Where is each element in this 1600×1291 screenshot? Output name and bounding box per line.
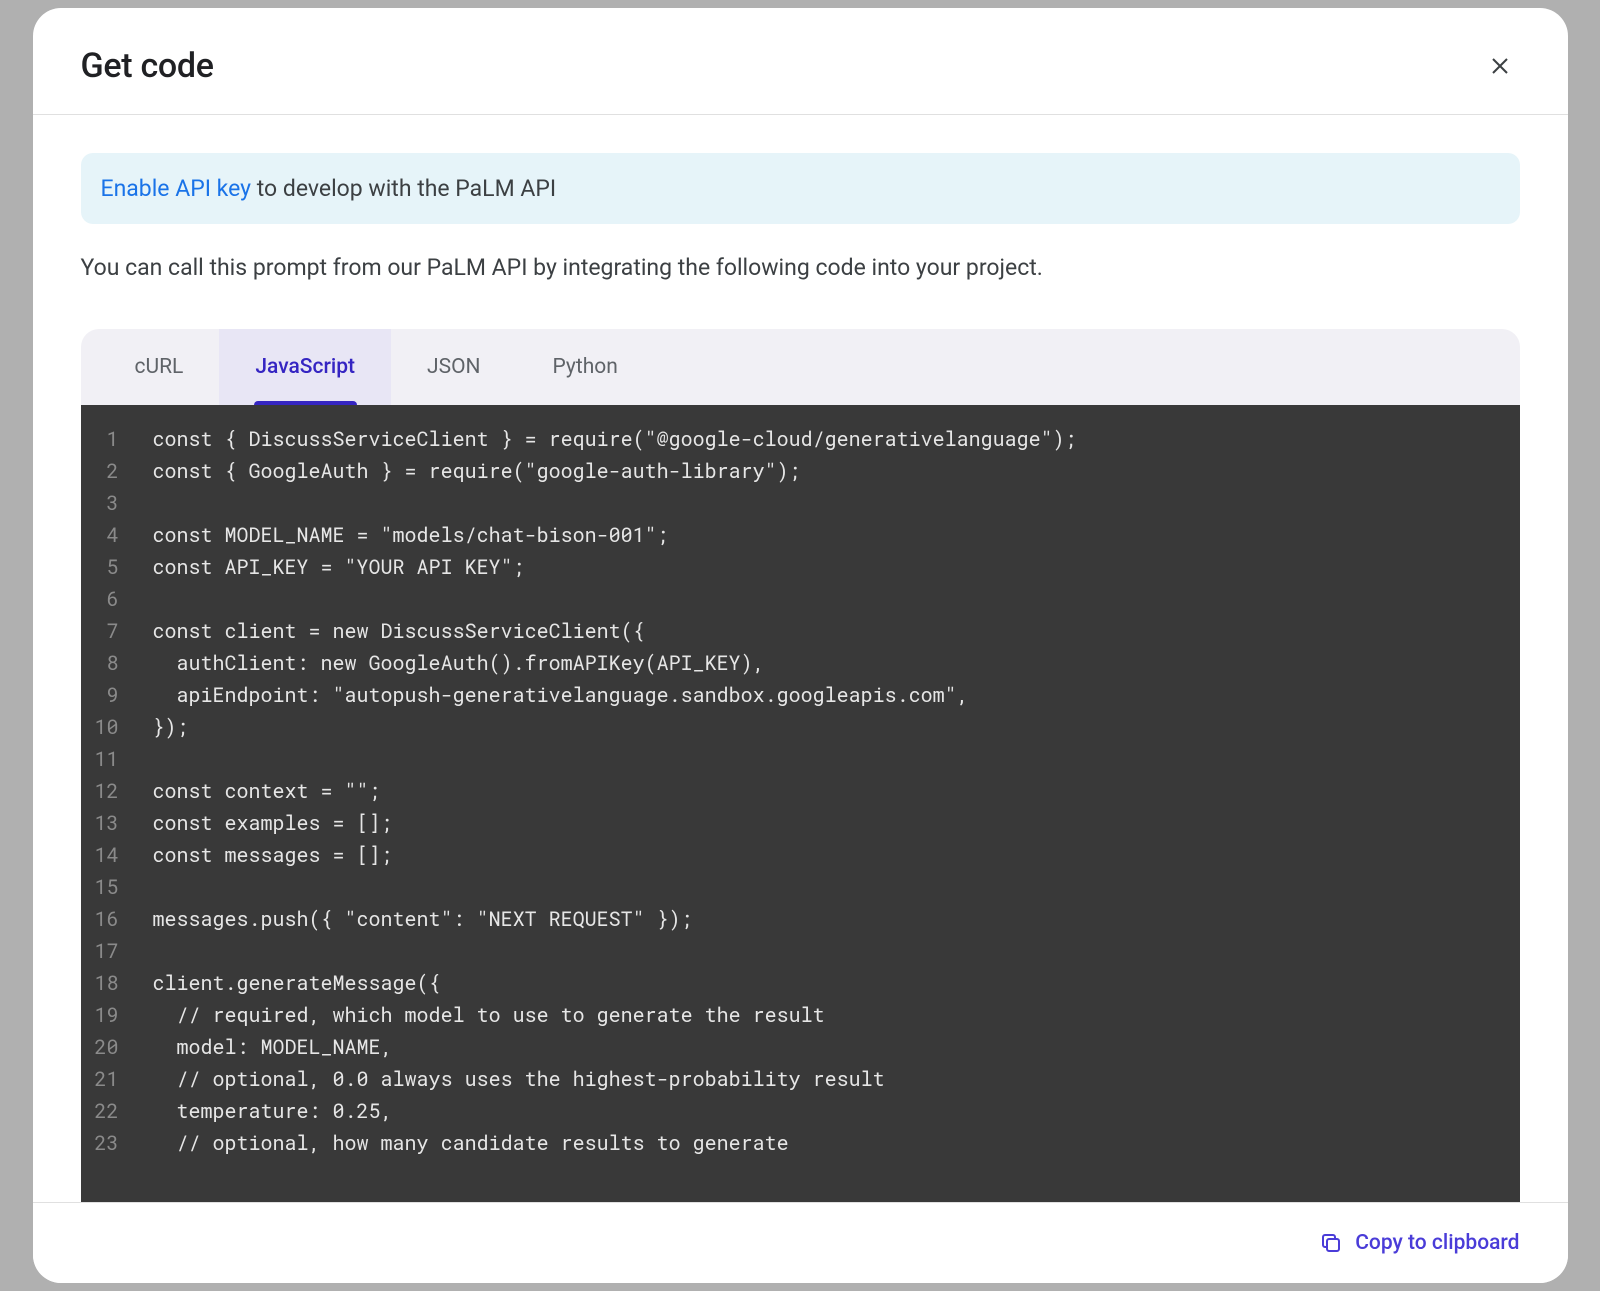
modal-title: Get code [81, 46, 214, 86]
modal-header: Get code [33, 8, 1568, 115]
tab-curl[interactable]: cURL [99, 329, 220, 405]
banner-text: to develop with the PaLM API [251, 175, 556, 202]
enable-api-banner: Enable API key to develop with the PaLM … [81, 153, 1520, 224]
copy-label: Copy to clipboard [1355, 1231, 1519, 1255]
modal-body: Enable API key to develop with the PaLM … [33, 115, 1568, 1202]
get-code-modal: Get code Enable API key to develop with … [33, 8, 1568, 1283]
code-tabs: cURL JavaScript JSON Python [81, 329, 1520, 405]
close-button[interactable] [1480, 46, 1520, 86]
code-content: const { DiscussServiceClient } = require… [133, 405, 1087, 1202]
copy-icon [1319, 1231, 1343, 1255]
copy-to-clipboard-button[interactable]: Copy to clipboard [1319, 1231, 1519, 1255]
code-block[interactable]: 1 2 3 4 5 6 7 8 9 10 11 12 13 14 15 16 1… [81, 405, 1520, 1202]
line-numbers: 1 2 3 4 5 6 7 8 9 10 11 12 13 14 15 16 1… [81, 405, 133, 1202]
modal-footer: Copy to clipboard [33, 1202, 1568, 1283]
close-icon [1488, 54, 1512, 78]
enable-api-link[interactable]: Enable API key [101, 175, 252, 202]
description-text: You can call this prompt from our PaLM A… [81, 254, 1520, 281]
tab-json[interactable]: JSON [391, 329, 516, 405]
tab-python[interactable]: Python [517, 329, 654, 405]
tab-javascript[interactable]: JavaScript [219, 329, 391, 405]
